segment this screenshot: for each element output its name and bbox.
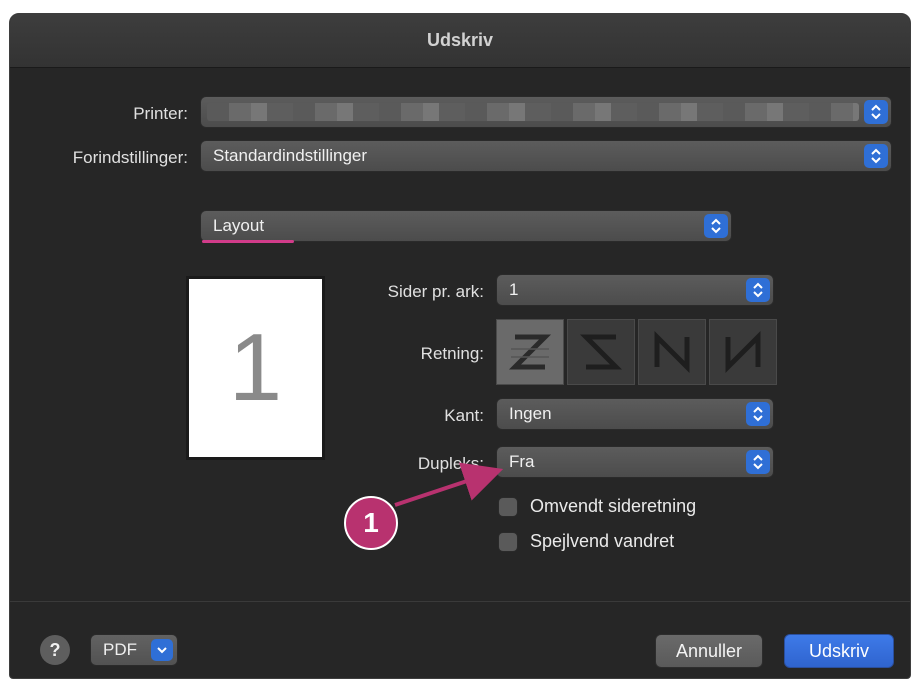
chevron-updown-icon [864, 100, 888, 124]
presets-popup[interactable]: Standardindstillinger [200, 140, 892, 172]
reverse-page-order-option[interactable]: Omvendt sideretning [498, 496, 696, 517]
highlight-underline [202, 240, 294, 243]
help-button[interactable]: ? [40, 635, 70, 665]
chevron-down-icon [151, 639, 173, 661]
chevron-updown-icon [746, 278, 770, 302]
border-popup[interactable]: Ingen [496, 398, 774, 430]
layout-direction-reverse-z[interactable] [567, 319, 635, 385]
layout-direction-n[interactable] [709, 319, 777, 385]
page-preview: 1 [186, 276, 325, 460]
title-bar: Udskriv [10, 14, 910, 68]
cancel-button[interactable]: Annuller [655, 634, 763, 668]
chevron-updown-icon [746, 450, 770, 474]
presets-label: Forindstillinger: [72, 148, 188, 167]
print-button[interactable]: Udskriv [784, 634, 894, 668]
chevron-updown-icon [704, 214, 728, 238]
pdf-menu-button[interactable]: PDF [90, 634, 178, 666]
callout-badge: 1 [344, 496, 398, 550]
layout-direction-reverse-n[interactable] [638, 319, 706, 385]
printer-name-redacted [207, 103, 859, 121]
print-dialog: Udskriv Printer: Forindstillinger: Stand… [9, 13, 911, 679]
z-icon [508, 334, 552, 370]
pdf-label: PDF [103, 640, 137, 659]
n-icon [725, 330, 761, 374]
chevron-updown-icon [746, 402, 770, 426]
pages-per-sheet-label: Sider pr. ark: [387, 282, 484, 301]
flip-horizontal-option[interactable]: Spejlvend vandret [498, 531, 674, 552]
printer-label: Printer: [133, 104, 188, 123]
reverse-page-order-label: Omvendt sideretning [530, 496, 697, 516]
duplex-label: Dupleks: [417, 454, 484, 473]
duplex-popup[interactable]: Fra [496, 446, 774, 478]
border-label: Kant: [444, 406, 484, 425]
preview-page-number: 1 [228, 314, 283, 421]
section-popup[interactable]: Layout [200, 210, 732, 242]
border-value: Ingen [509, 404, 552, 423]
layout-direction-z[interactable] [496, 319, 564, 385]
flip-horizontal-checkbox[interactable] [498, 531, 518, 552]
presets-value: Standardindstillinger [213, 146, 368, 165]
pages-per-sheet-popup[interactable]: 1 [496, 274, 774, 306]
pages-per-sheet-value: 1 [509, 280, 519, 299]
printer-popup[interactable] [200, 96, 892, 128]
orientation-label: Retning: [420, 344, 484, 363]
chevron-updown-icon [864, 144, 888, 168]
window-title: Udskriv [426, 30, 494, 50]
duplex-value: Fra [509, 452, 535, 471]
flip-horizontal-label: Spejlvend vandret [530, 531, 675, 551]
section-value: Layout [213, 216, 265, 235]
reverse-n-icon [654, 330, 690, 374]
footer-divider [10, 601, 910, 602]
reverse-z-icon [579, 334, 623, 370]
reverse-page-order-checkbox[interactable] [498, 496, 518, 517]
layout-direction-group [496, 319, 777, 385]
